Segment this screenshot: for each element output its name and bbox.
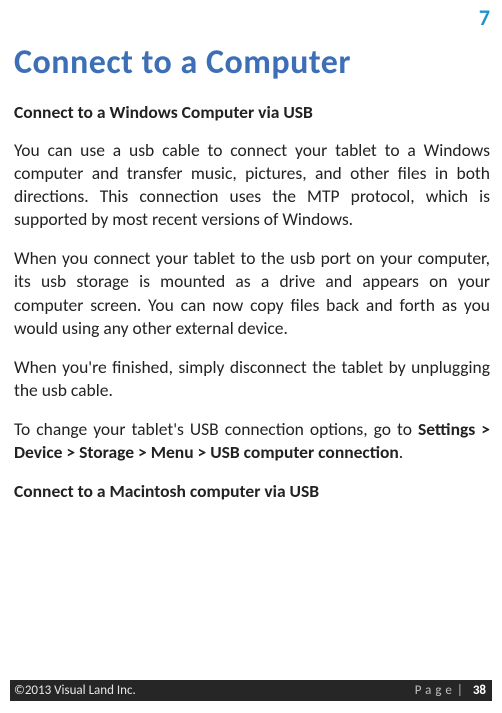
text-run: . — [399, 441, 403, 463]
footer-page-label: Page — [415, 683, 456, 698]
footer-page-number: 38 — [473, 683, 486, 698]
chapter-number: 7 — [479, 4, 490, 31]
page: 7 Connect to a Computer Connect to a Win… — [0, 0, 502, 713]
paragraph: When you're finished, simply disconnect … — [14, 356, 490, 402]
paragraph: You can use a usb cable to connect your … — [14, 139, 490, 231]
footer-page-indicator: Page| 38 — [415, 683, 486, 698]
section-heading-mac: Connect to a Macintosh computer via USB — [14, 480, 490, 502]
paragraph-settings-path: To change your tablet's USB connection o… — [14, 418, 490, 464]
footer-separator: | — [457, 683, 463, 698]
page-title: Connect to a Computer — [14, 42, 490, 83]
page-footer: ©2013 Visual Land Inc. Page| 38 — [10, 680, 492, 701]
footer-copyright: ©2013 Visual Land Inc. — [14, 683, 136, 698]
text-run: To change your tablet's USB connection o… — [14, 418, 418, 440]
paragraph: When you connect your tablet to the usb … — [14, 247, 490, 339]
section-heading-windows: Connect to a Windows Computer via USB — [14, 101, 490, 123]
